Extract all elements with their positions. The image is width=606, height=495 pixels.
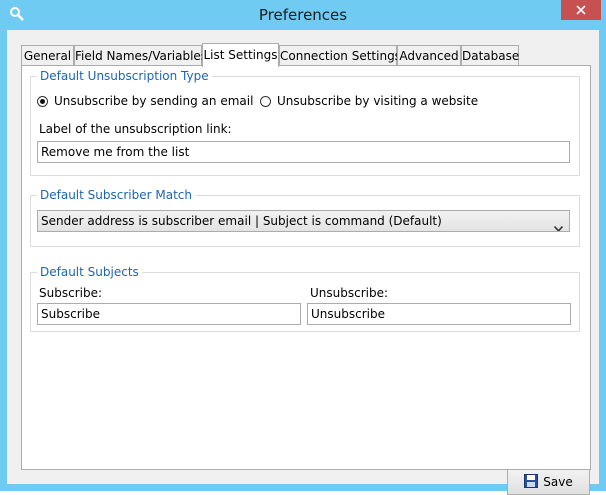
- unsubscribe-link-input[interactable]: Remove me from the list: [37, 141, 570, 163]
- subscriber-match-group: Default Subscriber Match Sender address …: [30, 187, 580, 247]
- tab-advanced[interactable]: Advanced: [397, 45, 461, 66]
- title-bar[interactable]: Preferences: [0, 0, 606, 30]
- radio-button-checked[interactable]: [37, 95, 48, 107]
- list-settings-panel: Default Unsubscription Type Unsubscribe …: [21, 65, 591, 495]
- client-area: General Field Names/Variables List Setti…: [7, 30, 599, 495]
- save-button[interactable]: Save: [507, 469, 590, 495]
- tab-general[interactable]: General: [21, 45, 74, 66]
- default-subjects-legend: Default Subjects: [37, 264, 142, 280]
- tab-connection-settings[interactable]: Connection Settings: [279, 45, 401, 66]
- unsubscribe-label: Unsubscribe:: [310, 286, 389, 300]
- radio-unsubscribe-website-label: Unsubscribe by visiting a website: [277, 94, 479, 108]
- floppy-disk-icon: [524, 473, 543, 491]
- radio-unsubscribe-email-label: Unsubscribe by sending an email: [54, 94, 254, 108]
- unsubscribe-subject-input[interactable]: Unsubscribe: [307, 303, 571, 325]
- save-button-label: Save: [543, 475, 573, 489]
- radio-button-unchecked[interactable]: [260, 95, 271, 107]
- window-title: Preferences: [258, 6, 348, 24]
- tab-list-settings[interactable]: List Settings: [202, 43, 279, 67]
- unsubscription-type-legend: Default Unsubscription Type: [37, 68, 212, 84]
- chevron-down-icon[interactable]: [553, 218, 564, 231]
- tab-field-names-variables[interactable]: Field Names/Variables: [74, 45, 207, 66]
- tab-database[interactable]: Database: [461, 45, 519, 66]
- close-icon: [576, 5, 586, 15]
- unsubscribe-link-label: Label of the unsubscription link:: [39, 122, 232, 136]
- close-button[interactable]: [561, 0, 601, 20]
- radio-unsubscribe-email[interactable]: Unsubscribe by sending an email: [37, 94, 253, 108]
- subscriber-match-value: Sender address is subscriber email | Sub…: [41, 214, 442, 228]
- default-subjects-group: Default Subjects Subscribe: Subscribe Un…: [30, 264, 580, 332]
- subscriber-match-legend: Default Subscriber Match: [37, 187, 195, 203]
- unsubscription-type-group: Default Unsubscription Type Unsubscribe …: [30, 68, 580, 176]
- radio-unsubscribe-website[interactable]: Unsubscribe by visiting a website: [260, 94, 478, 108]
- subscribe-label: Subscribe:: [39, 286, 102, 300]
- subscribe-subject-input[interactable]: Subscribe: [37, 303, 301, 325]
- preferences-window: Preferences General Field Names/Variable…: [0, 0, 606, 495]
- subscriber-match-dropdown[interactable]: Sender address is subscriber email | Sub…: [37, 210, 570, 232]
